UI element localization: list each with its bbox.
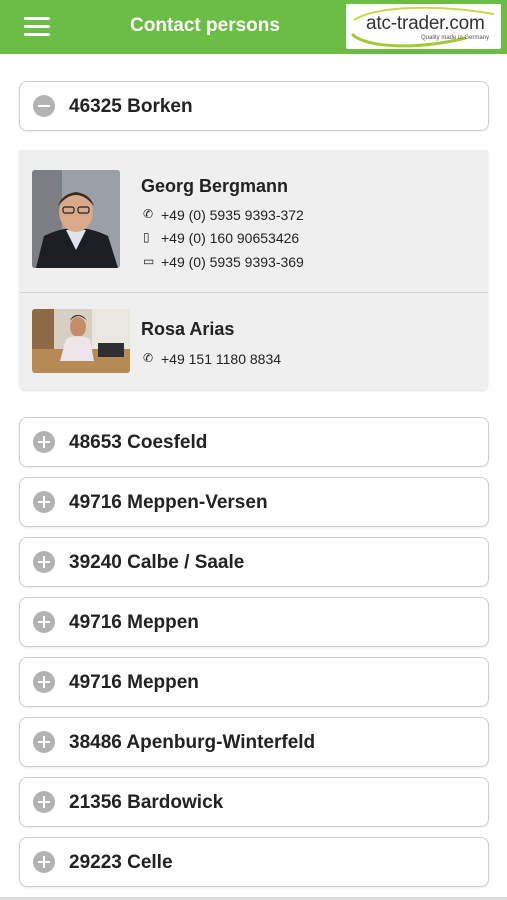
phone-line[interactable]: ✆ +49 151 1180 8834 xyxy=(143,351,281,369)
plus-circle-icon[interactable] xyxy=(33,551,55,573)
fax-line[interactable]: ▭ +49 (0) 5935 9393-369 xyxy=(143,254,304,272)
phone-icon: ✆ xyxy=(143,351,154,365)
mobile-icon: ▯ xyxy=(143,230,150,244)
fax-icon: ▭ xyxy=(143,254,155,268)
location-card-expanded[interactable]: 46325 Borken xyxy=(19,81,489,131)
location-card[interactable]: 29223 Celle xyxy=(19,837,489,887)
phone-icon: ✆ xyxy=(143,207,154,221)
location-card[interactable]: 49716 Meppen-Versen xyxy=(19,477,489,527)
plus-circle-icon[interactable] xyxy=(33,731,55,753)
minus-circle-icon[interactable] xyxy=(33,95,55,117)
logo-tagline: Quality made in Germany xyxy=(421,35,490,41)
location-name: 38486 Apenburg-Winterfeld xyxy=(69,732,316,753)
contact-item[interactable]: Rosa Arias ✆ +49 151 1180 8834 xyxy=(19,293,488,390)
avatar xyxy=(32,170,120,268)
phone-number: +49 151 1180 8834 xyxy=(161,351,282,367)
location-card[interactable]: 49716 Meppen xyxy=(19,657,489,707)
contact-panel: Georg Bergmann ✆ +49 (0) 5935 9393-372 ▯ +… xyxy=(19,150,488,390)
location-card[interactable]: 21356 Bardowick xyxy=(19,777,489,827)
brand-logo[interactable]: atc-trader.com Quality made in Germany xyxy=(346,4,501,49)
plus-circle-icon[interactable] xyxy=(33,491,55,513)
plus-circle-icon[interactable] xyxy=(33,791,55,813)
contact-name: Rosa Arias xyxy=(141,319,235,339)
location-name: 49716 Meppen xyxy=(69,672,199,693)
location-card[interactable]: 39240 Calbe / Saale xyxy=(19,537,489,587)
phone-number: +49 (0) 5935 9393-372 xyxy=(161,207,304,223)
location-name: 48653 Coesfeld xyxy=(69,432,208,453)
logo-text: atc-trader.com xyxy=(366,13,485,34)
plus-circle-icon[interactable] xyxy=(33,851,55,873)
location-name: 29223 Celle xyxy=(69,852,173,873)
location-card[interactable]: 49716 Meppen xyxy=(19,597,489,647)
location-name: 46325 Borken xyxy=(69,96,193,117)
avatar xyxy=(32,309,130,373)
location-name: 49716 Meppen-Versen xyxy=(69,492,268,513)
phone-line[interactable]: ✆ +49 (0) 5935 9393-372 xyxy=(143,207,304,225)
location-name: 39240 Calbe / Saale xyxy=(69,552,245,573)
fax-number: +49 (0) 5935 9393-369 xyxy=(161,254,304,270)
location-card[interactable]: 38486 Apenburg-Winterfeld xyxy=(19,717,489,767)
app-header: Contact persons atc-trader.com Quality m… xyxy=(0,0,507,54)
plus-circle-icon[interactable] xyxy=(33,611,55,633)
location-card[interactable]: 48653 Coesfeld xyxy=(19,417,489,467)
location-name: 21356 Bardowick xyxy=(69,792,224,813)
mobile-line[interactable]: ▯ +49 (0) 160 90653426 xyxy=(143,230,299,248)
contact-name: Georg Bergmann xyxy=(141,176,289,196)
mobile-number: +49 (0) 160 90653426 xyxy=(161,230,300,246)
contact-item[interactable]: Georg Bergmann ✆ +49 (0) 5935 9393-372 ▯ +… xyxy=(19,150,488,293)
location-name: 49716 Meppen xyxy=(69,612,199,633)
plus-circle-icon[interactable] xyxy=(33,671,55,693)
plus-circle-icon[interactable] xyxy=(33,431,55,453)
